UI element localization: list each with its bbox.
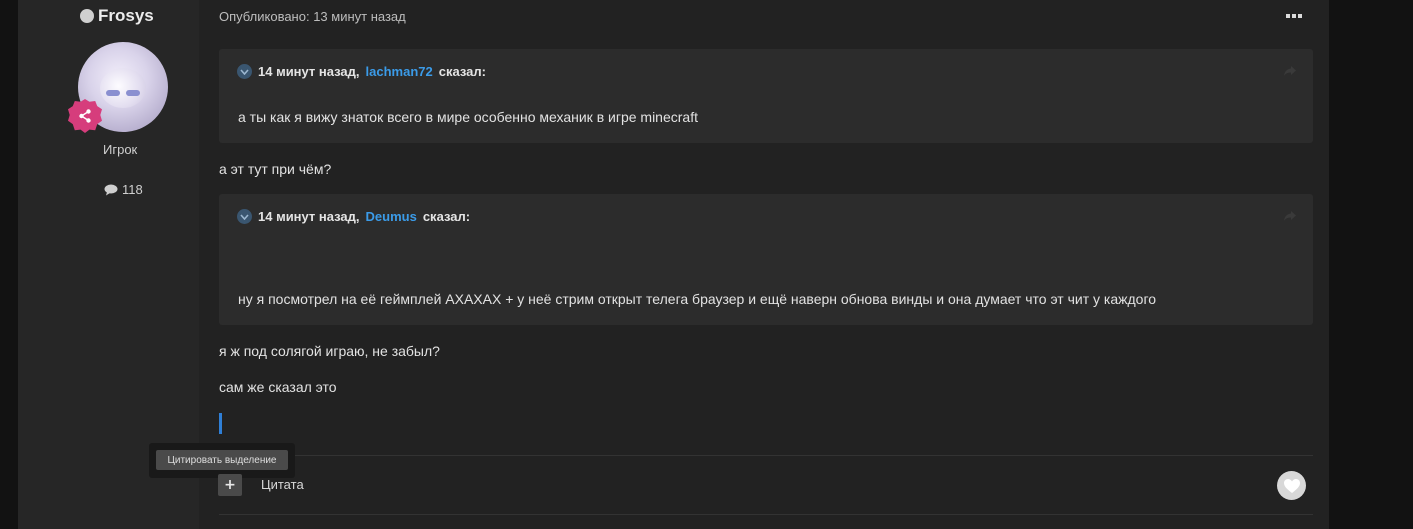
status-dot-icon bbox=[80, 9, 94, 23]
quote-said: сказал: bbox=[422, 209, 471, 224]
text-caret bbox=[219, 413, 222, 434]
page-margin-left bbox=[0, 0, 18, 529]
quote-selection-tooltip: Цитировать выделение bbox=[149, 443, 295, 478]
quote-said: сказал: bbox=[438, 64, 486, 79]
author-role: Игрок bbox=[103, 142, 138, 157]
page-margin-right bbox=[1329, 0, 1413, 529]
quote-time: 14 минут назад, bbox=[258, 64, 360, 79]
post-count-value: 118 bbox=[122, 182, 143, 197]
published-time: Опубликовано: 13 минут назад bbox=[219, 9, 406, 24]
reply-text: сам же сказал это bbox=[219, 379, 337, 395]
author-name-text[interactable]: Frosys bbox=[98, 6, 154, 26]
like-button[interactable] bbox=[1277, 471, 1306, 500]
quote-header: 14 минут назад, Deumus сказал: bbox=[237, 209, 470, 224]
reply-text: а эт тут при чём? bbox=[219, 161, 332, 177]
quote-user-link[interactable]: Deumus bbox=[366, 209, 417, 224]
divider bbox=[219, 514, 1313, 515]
quote-icon[interactable] bbox=[237, 209, 252, 224]
quote-selection-button[interactable]: Цитировать выделение bbox=[156, 450, 288, 470]
quote-user-link[interactable]: lachman72 bbox=[366, 64, 433, 79]
multiquote-button[interactable]: + bbox=[218, 474, 242, 496]
quote-time: 14 минут назад, bbox=[258, 209, 360, 224]
divider bbox=[219, 455, 1313, 456]
share-icon[interactable] bbox=[1283, 210, 1297, 222]
comment-icon bbox=[104, 184, 118, 195]
reply-text: я ж под солягой играю, не забыл? bbox=[219, 343, 440, 359]
quote-text: ну я посмотрел на её геймплей АХАХАХ + у… bbox=[238, 291, 1157, 307]
post-count: 118 bbox=[104, 182, 143, 197]
quote-button[interactable]: Цитата bbox=[261, 477, 304, 492]
more-icon[interactable] bbox=[1284, 8, 1304, 24]
quote-block: 14 минут назад, Deumus сказал: ну я посм… bbox=[219, 194, 1313, 325]
heart-icon bbox=[1283, 478, 1300, 493]
author-name[interactable]: Frosys bbox=[80, 6, 154, 26]
quote-block: 14 минут назад, lachman72 сказал: а ты к… bbox=[219, 49, 1313, 143]
quote-icon[interactable] bbox=[237, 64, 252, 79]
quote-text: а ты как я вижу знаток всего в мире особ… bbox=[238, 109, 698, 125]
share-icon[interactable] bbox=[1283, 65, 1297, 77]
quote-header: 14 минут назад, lachman72 сказал: bbox=[237, 64, 486, 79]
